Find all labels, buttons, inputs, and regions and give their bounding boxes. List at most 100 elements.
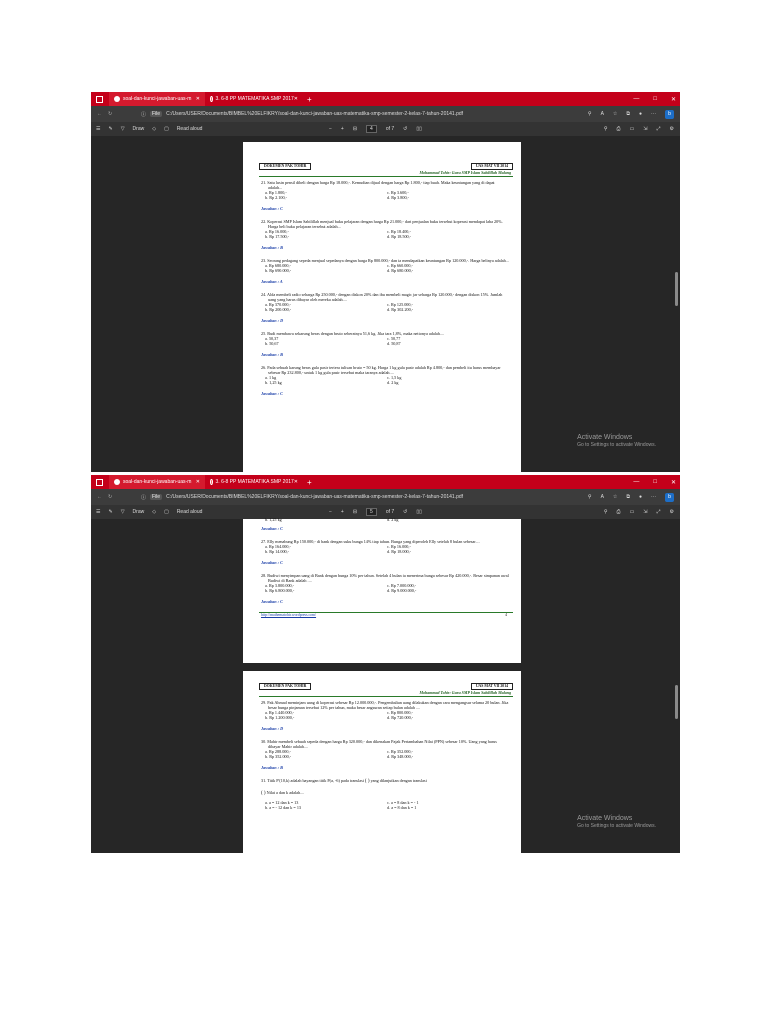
back-icon[interactable]: ← — [97, 111, 102, 117]
expand-icon[interactable]: ⤢ — [657, 126, 661, 132]
info-icon[interactable]: ⓘ — [141, 111, 146, 118]
zoom-icon[interactable]: ⚲ — [588, 111, 592, 117]
watermark-title: Activate Windows — [577, 815, 633, 822]
scrollbar[interactable] — [675, 685, 678, 719]
draw-button[interactable]: Draw — [133, 126, 145, 132]
contents-icon[interactable]: ☰ — [96, 126, 100, 132]
favorite-icon[interactable]: ☆ — [613, 494, 617, 500]
address-bar: ← ↻ ⓘ File C:/Users/USER/Documents/BIMBEL… — [91, 489, 680, 505]
question-item: 27. Elly menabung Rp 150.000,- di bank d… — [243, 539, 521, 554]
workspaces-icon[interactable] — [96, 95, 103, 103]
expand-icon[interactable]: ⤢ — [657, 509, 661, 515]
tab-active[interactable]: soal-dan-kunci-jawaban-uas-m ✕ — [109, 475, 205, 489]
favorite-icon[interactable]: ☆ — [613, 111, 617, 117]
new-tab-icon[interactable]: + — [303, 95, 316, 104]
print-icon[interactable]: ⎙ — [617, 509, 621, 515]
two-page-icon[interactable]: ▯▯ — [416, 509, 422, 515]
rotate-icon[interactable]: ↺ — [403, 509, 407, 515]
zoom-in-icon[interactable]: + — [341, 126, 344, 132]
close-tab-icon[interactable]: ✕ — [196, 96, 200, 102]
more-icon[interactable]: ··· — [651, 111, 656, 117]
two-page-icon[interactable]: ▯▯ — [416, 126, 422, 132]
pdf-page-4-bottom: b. 1,25 kg d. 2 kg Jawaban : C 27. Elly m… — [243, 517, 521, 663]
refresh-icon[interactable]: ↻ — [108, 494, 112, 500]
tab-other[interactable]: 3. 6-8 PP MATEMATIKA SMP 2017 ✕ — [205, 475, 303, 489]
pdf-page-5: DOKUMEN PAK TOHIR UAS MAT VII 2014 Moham… — [243, 671, 521, 853]
bing-icon[interactable]: b — [665, 492, 674, 502]
info-icon[interactable]: ⓘ — [141, 494, 146, 501]
url-text[interactable]: C:/Users/USER/Documents/BIMBEL%20ELFIKRY… — [166, 494, 463, 500]
collections-icon[interactable]: ⧉ — [626, 494, 630, 500]
maximize-icon[interactable]: □ — [653, 479, 657, 485]
close-tab-icon[interactable]: ✕ — [196, 479, 200, 485]
highlight-icon[interactable]: ✎ — [108, 509, 112, 515]
erase-icon[interactable]: ◇ — [152, 509, 156, 515]
pdf-viewport[interactable]: b. 1,25 kg d. 2 kg Jawaban : C 27. Elly m… — [91, 517, 680, 853]
refresh-icon[interactable]: ↻ — [108, 111, 112, 117]
highlight-icon[interactable]: ✎ — [108, 126, 112, 132]
question-item: 23. Seorang pedagang sepeda menjual sepe… — [243, 258, 521, 273]
erase-icon[interactable]: ◇ — [152, 126, 156, 132]
profile-icon[interactable]: ● — [639, 494, 642, 500]
question-item: 26. Pada sebuah karung beras gula pasir … — [243, 365, 521, 385]
option-b: b. Rp 690.000,- — [265, 268, 292, 273]
zoom-icon[interactable]: ⚲ — [588, 494, 592, 500]
zoom-out-icon[interactable]: − — [329, 126, 332, 132]
read-aloud-button[interactable]: Read aloud — [177, 509, 203, 515]
tab-other[interactable]: 3. 6-8 PP MATEMATIKA SMP 2017 ✕ — [205, 92, 303, 106]
option-d: d. Rp 3.800,- — [387, 195, 409, 200]
pdf-viewport[interactable]: DOKUMEN PAK TOHIR UAS MAT VII 2014 Moham… — [91, 136, 680, 472]
fit-icon[interactable]: ⊟ — [353, 126, 357, 132]
maximize-icon[interactable]: □ — [653, 96, 657, 102]
save-icon[interactable]: ▭ — [630, 126, 635, 132]
back-icon[interactable]: ← — [97, 494, 102, 500]
question-text: 26. Pada sebuah karung beras gula pasir … — [261, 365, 501, 375]
draw-icon[interactable]: ▽ — [121, 126, 125, 132]
footer-link[interactable]: http://mathematohir.wordpress.com/ — [261, 613, 316, 618]
text-icon[interactable]: ▢ — [164, 509, 169, 515]
share-icon[interactable]: ⇲ — [643, 126, 647, 132]
question-text-tail: yang dilanjutkan dengan translasi — [370, 778, 427, 783]
close-window-icon[interactable]: ✕ — [671, 96, 676, 103]
search-icon[interactable]: ⚲ — [604, 509, 608, 515]
pdf-toolbar: ☰ ✎ ▽ Draw ◇ ▢ Read aloud − + ⊟ 4 of 7 ↺… — [91, 122, 680, 137]
option-b: b. 1,25 kg — [265, 380, 282, 385]
page-number-input[interactable]: 4 — [366, 125, 377, 133]
profile-icon[interactable]: ● — [639, 111, 642, 117]
read-mode-icon[interactable]: A — [601, 111, 604, 117]
workspaces-icon[interactable] — [96, 478, 103, 486]
close-window-icon[interactable]: ✕ — [671, 479, 676, 486]
minimize-icon[interactable]: — — [633, 96, 639, 102]
draw-button[interactable]: Draw — [133, 509, 145, 515]
more-icon[interactable]: ··· — [651, 494, 656, 500]
settings-icon[interactable]: ⚙ — [670, 126, 674, 132]
zoom-in-icon[interactable]: + — [341, 509, 344, 515]
save-icon[interactable]: ▭ — [630, 509, 635, 515]
contents-icon[interactable]: ☰ — [96, 509, 100, 515]
fit-icon[interactable]: ⊟ — [353, 509, 357, 515]
minimize-icon[interactable]: — — [633, 479, 639, 485]
bing-icon[interactable]: b — [665, 109, 674, 119]
draw-icon[interactable]: ▽ — [121, 509, 125, 515]
close-tab-icon[interactable]: ✕ — [294, 479, 298, 485]
rotate-icon[interactable]: ↺ — [403, 126, 407, 132]
tab-title: soal-dan-kunci-jawaban-uas-m — [123, 479, 192, 485]
new-tab-icon[interactable]: + — [303, 478, 316, 487]
share-icon[interactable]: ⇲ — [643, 509, 647, 515]
settings-icon[interactable]: ⚙ — [670, 509, 674, 515]
scrollbar[interactable] — [675, 272, 678, 306]
read-mode-icon[interactable]: A — [601, 494, 604, 500]
search-icon[interactable]: ⚲ — [604, 126, 608, 132]
page-number-input[interactable]: 5 — [366, 508, 377, 516]
text-icon[interactable]: ▢ — [164, 126, 169, 132]
url-text[interactable]: C:/Users/USER/Documents/BIMBEL%20ELFIKRY… — [166, 111, 463, 117]
answer-key: Jawaban : C — [261, 526, 283, 531]
tab-favicon-icon — [210, 479, 213, 485]
file-label: File — [150, 111, 163, 117]
tab-active[interactable]: soal-dan-kunci-jawaban-uas-m ✕ — [109, 92, 205, 106]
zoom-out-icon[interactable]: − — [329, 509, 332, 515]
print-icon[interactable]: ⎙ — [617, 126, 621, 132]
close-tab-icon[interactable]: ✕ — [294, 96, 298, 102]
read-aloud-button[interactable]: Read aloud — [177, 126, 203, 132]
collections-icon[interactable]: ⧉ — [626, 111, 630, 117]
